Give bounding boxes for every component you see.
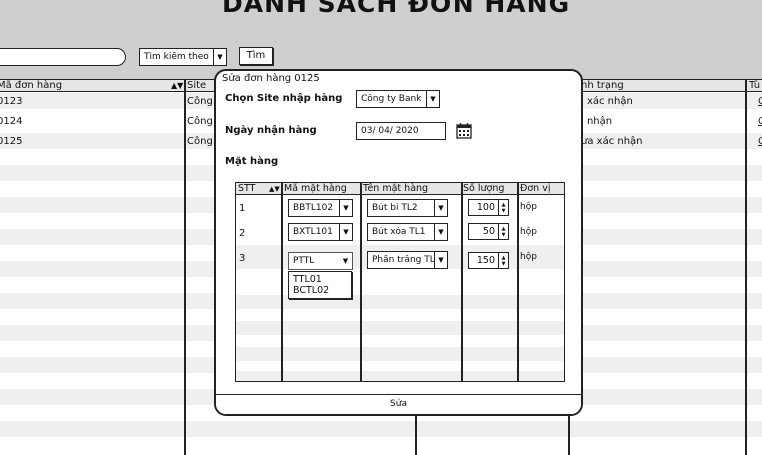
table-row	[0, 421, 762, 437]
item-qty-stepper[interactable]: 150 ▲ ▼	[468, 252, 509, 269]
item-code-value: BBTL102	[293, 203, 334, 213]
spinner-icon[interactable]: ▲ ▼	[498, 200, 508, 215]
row-action-link[interactable]: C	[758, 116, 762, 127]
search-by-label: Tìm kiếm theo	[144, 52, 209, 62]
item-stt: 1	[239, 203, 246, 214]
grid-row	[236, 321, 564, 335]
item-name-value: Bút bi TL2	[372, 203, 418, 213]
items-grid: STT ▲▼ Mã mặt hàng Tên mặt hàng Số lượng…	[235, 182, 565, 382]
chevron-down-icon: ▼	[434, 252, 447, 268]
item-code-select[interactable]: PTTL ▼	[288, 252, 353, 270]
item-code-value: PTTL	[293, 256, 315, 266]
grid-column-divider	[281, 183, 283, 381]
row-action-link[interactable]: C	[758, 136, 762, 147]
date-value: 03/ 04/ 2020	[361, 126, 419, 136]
column-divider	[745, 79, 747, 455]
item-qty-value: 150	[476, 255, 495, 266]
column-header-code[interactable]: Mã đơn hàng	[0, 80, 62, 92]
grid-row	[236, 295, 564, 309]
chevron-down-icon: ▼	[339, 224, 352, 240]
item-name-value: Bút xóa TL1	[372, 227, 426, 237]
sort-icon[interactable]: ▲▼	[171, 80, 183, 92]
item-name-select[interactable]: Bút xóa TL1 ▼	[367, 223, 448, 241]
item-stt: 2	[239, 228, 246, 239]
save-button[interactable]: Sửa	[216, 394, 581, 414]
calendar-icon[interactable]	[456, 122, 472, 142]
grid-row	[236, 347, 564, 361]
column-header-status[interactable]: nh trạng	[581, 80, 624, 92]
chevron-down-icon: ▼	[434, 224, 447, 240]
dropdown-option[interactable]: TTL01	[293, 274, 347, 285]
chevron-down-icon: ▼	[342, 257, 349, 265]
item-name-select[interactable]: Bút bi TL2 ▼	[367, 199, 448, 217]
date-input[interactable]: 03/ 04/ 2020	[356, 122, 446, 140]
column-divider	[184, 79, 186, 455]
dialog-title: Sửa đơn hàng 0125	[222, 73, 320, 84]
grid-column-divider	[360, 183, 362, 381]
item-code-value: BXTL101	[293, 227, 333, 237]
item-name-select[interactable]: Phấn trắng TL ▼	[367, 251, 448, 269]
item-name-value: Phấn trắng TL	[372, 255, 434, 265]
row-status: ưa xác nhận	[581, 136, 643, 147]
row-status: i nhận	[581, 116, 613, 127]
edit-order-dialog: Sửa đơn hàng 0125 Chọn Site nhập hàng Cô…	[214, 69, 583, 416]
item-qty-stepper[interactable]: 100 ▲ ▼	[468, 199, 509, 216]
item-unit: hộp	[520, 252, 537, 262]
row-code: 0125	[0, 136, 23, 147]
column-header-action[interactable]: Tù	[749, 80, 760, 92]
chevron-down-icon: ▼	[434, 200, 447, 216]
grid-header-code[interactable]: Mã mặt hàng	[284, 183, 347, 195]
search-input[interactable]	[0, 48, 126, 66]
items-label: Mặt hàng	[225, 156, 279, 167]
page-title: DANH SÁCH ĐƠN HÀNG	[222, 0, 571, 18]
site-select[interactable]: Công ty Bank ▼	[356, 90, 440, 108]
chevron-down-icon: ▼	[339, 200, 352, 216]
item-unit: hộp	[520, 202, 537, 212]
item-unit: hộp	[520, 227, 537, 237]
grid-column-divider	[461, 183, 463, 381]
sort-icon[interactable]: ▲▼	[269, 183, 280, 195]
row-site: Công	[187, 116, 213, 127]
grid-row	[236, 371, 564, 381]
chevron-down-icon: ▼	[426, 91, 439, 107]
spinner-icon[interactable]: ▲ ▼	[498, 224, 508, 239]
item-code-dropdown[interactable]: TTL01 BCTL02	[288, 271, 352, 299]
row-code: 0124	[0, 116, 23, 127]
search-by-select[interactable]: Tìm kiếm theo ▼	[139, 48, 227, 66]
spinner-icon[interactable]: ▲ ▼	[498, 253, 508, 268]
row-action-link[interactable]: C	[758, 96, 762, 107]
item-stt: 3	[239, 253, 246, 264]
row-site: Công	[187, 96, 213, 107]
grid-header-name[interactable]: Tên mặt hàng	[363, 183, 428, 195]
dropdown-option[interactable]: BCTL02	[293, 285, 347, 296]
grid-header-unit[interactable]: Đơn vị	[520, 183, 550, 195]
item-code-select[interactable]: BXTL101 ▼	[288, 223, 353, 241]
item-qty-value: 100	[476, 202, 495, 213]
item-code-select[interactable]: BBTL102 ▼	[288, 199, 353, 217]
column-header-site[interactable]: Site	[187, 80, 206, 92]
chevron-down-icon: ▼	[213, 49, 226, 65]
row-code: 0123	[0, 96, 23, 107]
item-qty-value: 50	[482, 226, 495, 237]
grid-header-stt[interactable]: STT	[238, 183, 255, 195]
row-status: i xác nhận	[581, 96, 633, 107]
grid-column-divider	[517, 183, 519, 381]
row-site: Công	[187, 136, 213, 147]
site-label: Chọn Site nhập hàng	[225, 93, 343, 104]
search-button[interactable]: Tìm	[239, 47, 273, 65]
site-select-value: Công ty Bank	[361, 94, 422, 104]
date-label: Ngày nhận hàng	[225, 125, 317, 136]
item-qty-stepper[interactable]: 50 ▲ ▼	[468, 223, 509, 240]
grid-header-qty[interactable]: Số lượng	[463, 183, 504, 195]
